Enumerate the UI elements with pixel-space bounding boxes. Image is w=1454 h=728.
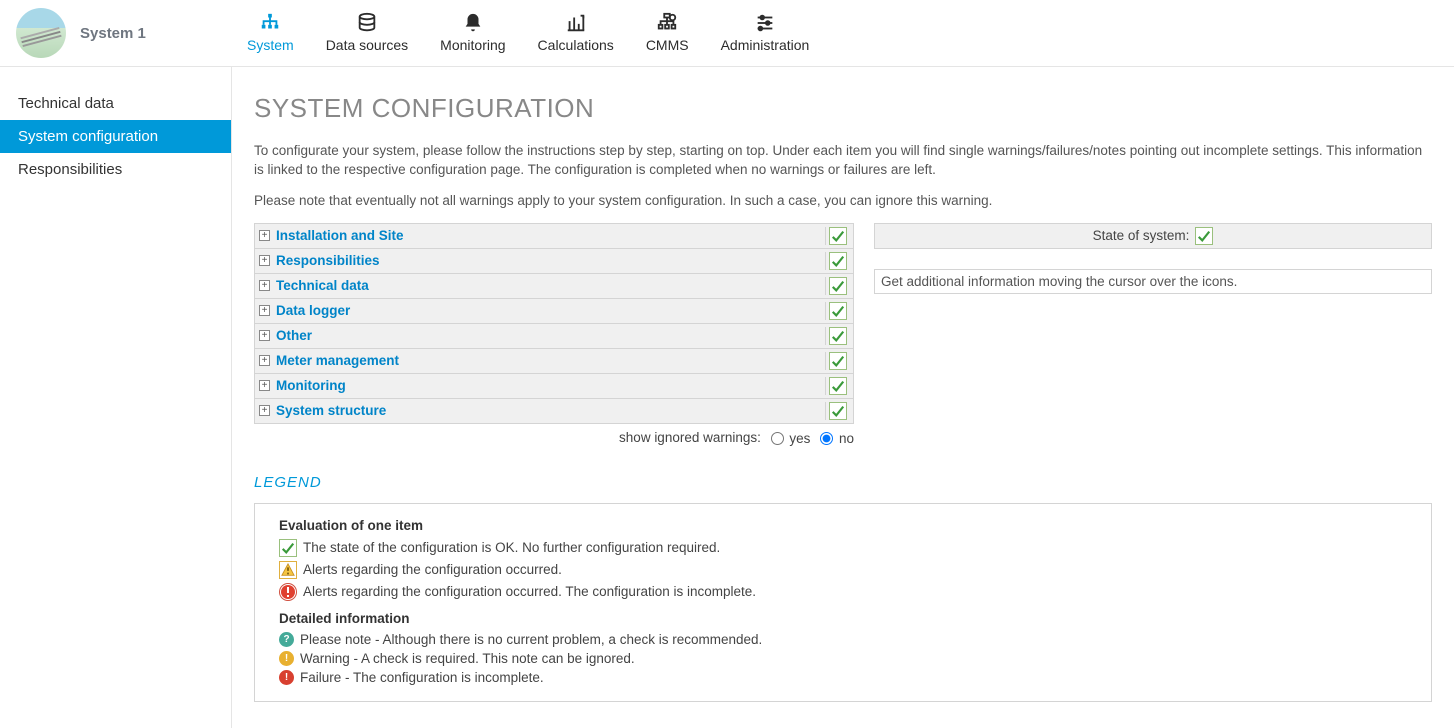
failure-icon <box>279 583 297 601</box>
config-link[interactable]: Monitoring <box>276 378 346 393</box>
check-icon <box>829 352 847 370</box>
chart-icon <box>565 11 587 35</box>
warning-icon <box>279 561 297 579</box>
config-link[interactable]: Meter management <box>276 353 399 368</box>
status-cell <box>825 377 849 395</box>
sliders-icon <box>754 11 776 35</box>
status-cell <box>825 302 849 320</box>
sidebar: Technical dataSystem configurationRespon… <box>0 67 232 728</box>
config-row: + Meter management <box>255 349 853 374</box>
status-cell <box>825 327 849 345</box>
ignored-yes-radio[interactable] <box>771 432 784 445</box>
expand-icon[interactable]: + <box>259 255 270 266</box>
warn-circle-icon: ! <box>279 651 294 666</box>
topbar: System 1 System Data sources Monitoring Cal… <box>0 0 1454 67</box>
intro-text-2: Please note that eventually not all warn… <box>254 192 1432 211</box>
nav-item-data-sources[interactable]: Data sources <box>310 1 424 65</box>
config-link[interactable]: Data logger <box>276 303 350 318</box>
legend-ok-text: The state of the configuration is OK. No… <box>303 540 720 555</box>
config-row: + Other <box>255 324 853 349</box>
check-icon <box>829 227 847 245</box>
fail-circle-icon: ! <box>279 670 294 685</box>
nav-label: CMMS <box>646 37 689 53</box>
nav-label: System <box>247 37 294 53</box>
page-title: SYSTEM CONFIGURATION <box>254 93 1432 124</box>
expand-icon[interactable]: + <box>259 355 270 366</box>
ignored-warnings-row: show ignored warnings: yes no <box>254 424 854 452</box>
logo-area: System 1 <box>16 8 231 58</box>
state-of-system-box: State of system: <box>874 223 1432 249</box>
status-cell <box>825 252 849 270</box>
check-icon <box>829 402 847 420</box>
legend-warn2-text: Warning - A check is required. This note… <box>300 651 635 666</box>
legend-warn-text: Alerts regarding the configuration occur… <box>303 562 562 577</box>
check-icon <box>829 327 847 345</box>
config-row: + Responsibilities <box>255 249 853 274</box>
expand-icon[interactable]: + <box>259 305 270 316</box>
content: SYSTEM CONFIGURATION To configurate your… <box>232 67 1454 728</box>
status-cell <box>825 277 849 295</box>
nav-label: Administration <box>721 37 810 53</box>
config-row: + Technical data <box>255 274 853 299</box>
config-row: + System structure <box>255 399 853 423</box>
intro-text-1: To configurate your system, please follo… <box>254 142 1432 180</box>
hierarchy-icon <box>259 11 281 35</box>
config-link[interactable]: Installation and Site <box>276 228 404 243</box>
legend-fail-text: Alerts regarding the configuration occur… <box>303 584 756 599</box>
ignored-yes-label[interactable]: yes <box>789 431 810 446</box>
nav-item-administration[interactable]: Administration <box>705 1 826 65</box>
expand-icon[interactable]: + <box>259 405 270 416</box>
nav-item-monitoring[interactable]: Monitoring <box>424 1 521 65</box>
database-icon <box>356 11 378 35</box>
expand-icon[interactable]: + <box>259 230 270 241</box>
nav-label: Monitoring <box>440 37 505 53</box>
status-cell <box>825 402 849 420</box>
legend-note-text: Please note - Although there is no curre… <box>300 632 762 647</box>
bell-icon <box>462 11 484 35</box>
state-label: State of system: <box>1093 228 1190 243</box>
sidebar-item-responsibilities[interactable]: Responsibilities <box>0 153 231 186</box>
system-logo-icon[interactable] <box>16 8 66 58</box>
cmms-icon <box>656 11 678 35</box>
expand-icon[interactable]: + <box>259 280 270 291</box>
state-info-text: Get additional information moving the cu… <box>874 269 1432 294</box>
config-link[interactable]: Other <box>276 328 312 343</box>
nav-item-system[interactable]: System <box>231 1 310 65</box>
expand-icon[interactable]: + <box>259 330 270 341</box>
note-icon: ? <box>279 632 294 647</box>
legend-detail-heading: Detailed information <box>279 611 1407 626</box>
check-icon <box>829 302 847 320</box>
ignored-label: show ignored warnings: <box>619 430 761 445</box>
config-link[interactable]: System structure <box>276 403 386 418</box>
sidebar-item-system-configuration[interactable]: System configuration <box>0 120 231 153</box>
nav-label: Calculations <box>538 37 614 53</box>
config-row: + Monitoring <box>255 374 853 399</box>
legend-title: LEGEND <box>254 474 1432 491</box>
config-link[interactable]: Technical data <box>276 278 369 293</box>
ignored-no-radio[interactable] <box>820 432 833 445</box>
sidebar-item-technical-data[interactable]: Technical data <box>0 87 231 120</box>
legend-box: Evaluation of one item The state of the … <box>254 503 1432 702</box>
check-icon <box>1195 227 1213 245</box>
nav-item-calculations[interactable]: Calculations <box>522 1 630 65</box>
system-name: System 1 <box>80 25 146 42</box>
ignored-no-label[interactable]: no <box>839 431 854 446</box>
config-list: +Installation and Site+Responsibilities+… <box>254 223 854 424</box>
status-cell <box>825 352 849 370</box>
check-icon <box>829 252 847 270</box>
config-row: + Data logger <box>255 299 853 324</box>
nav-item-cmms[interactable]: CMMS <box>630 1 705 65</box>
legend-eval-heading: Evaluation of one item <box>279 518 1407 533</box>
main-nav: System Data sources Monitoring Calculations… <box>231 1 825 65</box>
config-link[interactable]: Responsibilities <box>276 253 380 268</box>
check-icon <box>829 377 847 395</box>
config-row: + Installation and Site <box>255 224 853 249</box>
expand-icon[interactable]: + <box>259 380 270 391</box>
legend-fail2-text: Failure - The configuration is incomplet… <box>300 670 544 685</box>
status-cell <box>825 227 849 245</box>
check-icon <box>279 539 297 557</box>
check-icon <box>829 277 847 295</box>
nav-label: Data sources <box>326 37 408 53</box>
